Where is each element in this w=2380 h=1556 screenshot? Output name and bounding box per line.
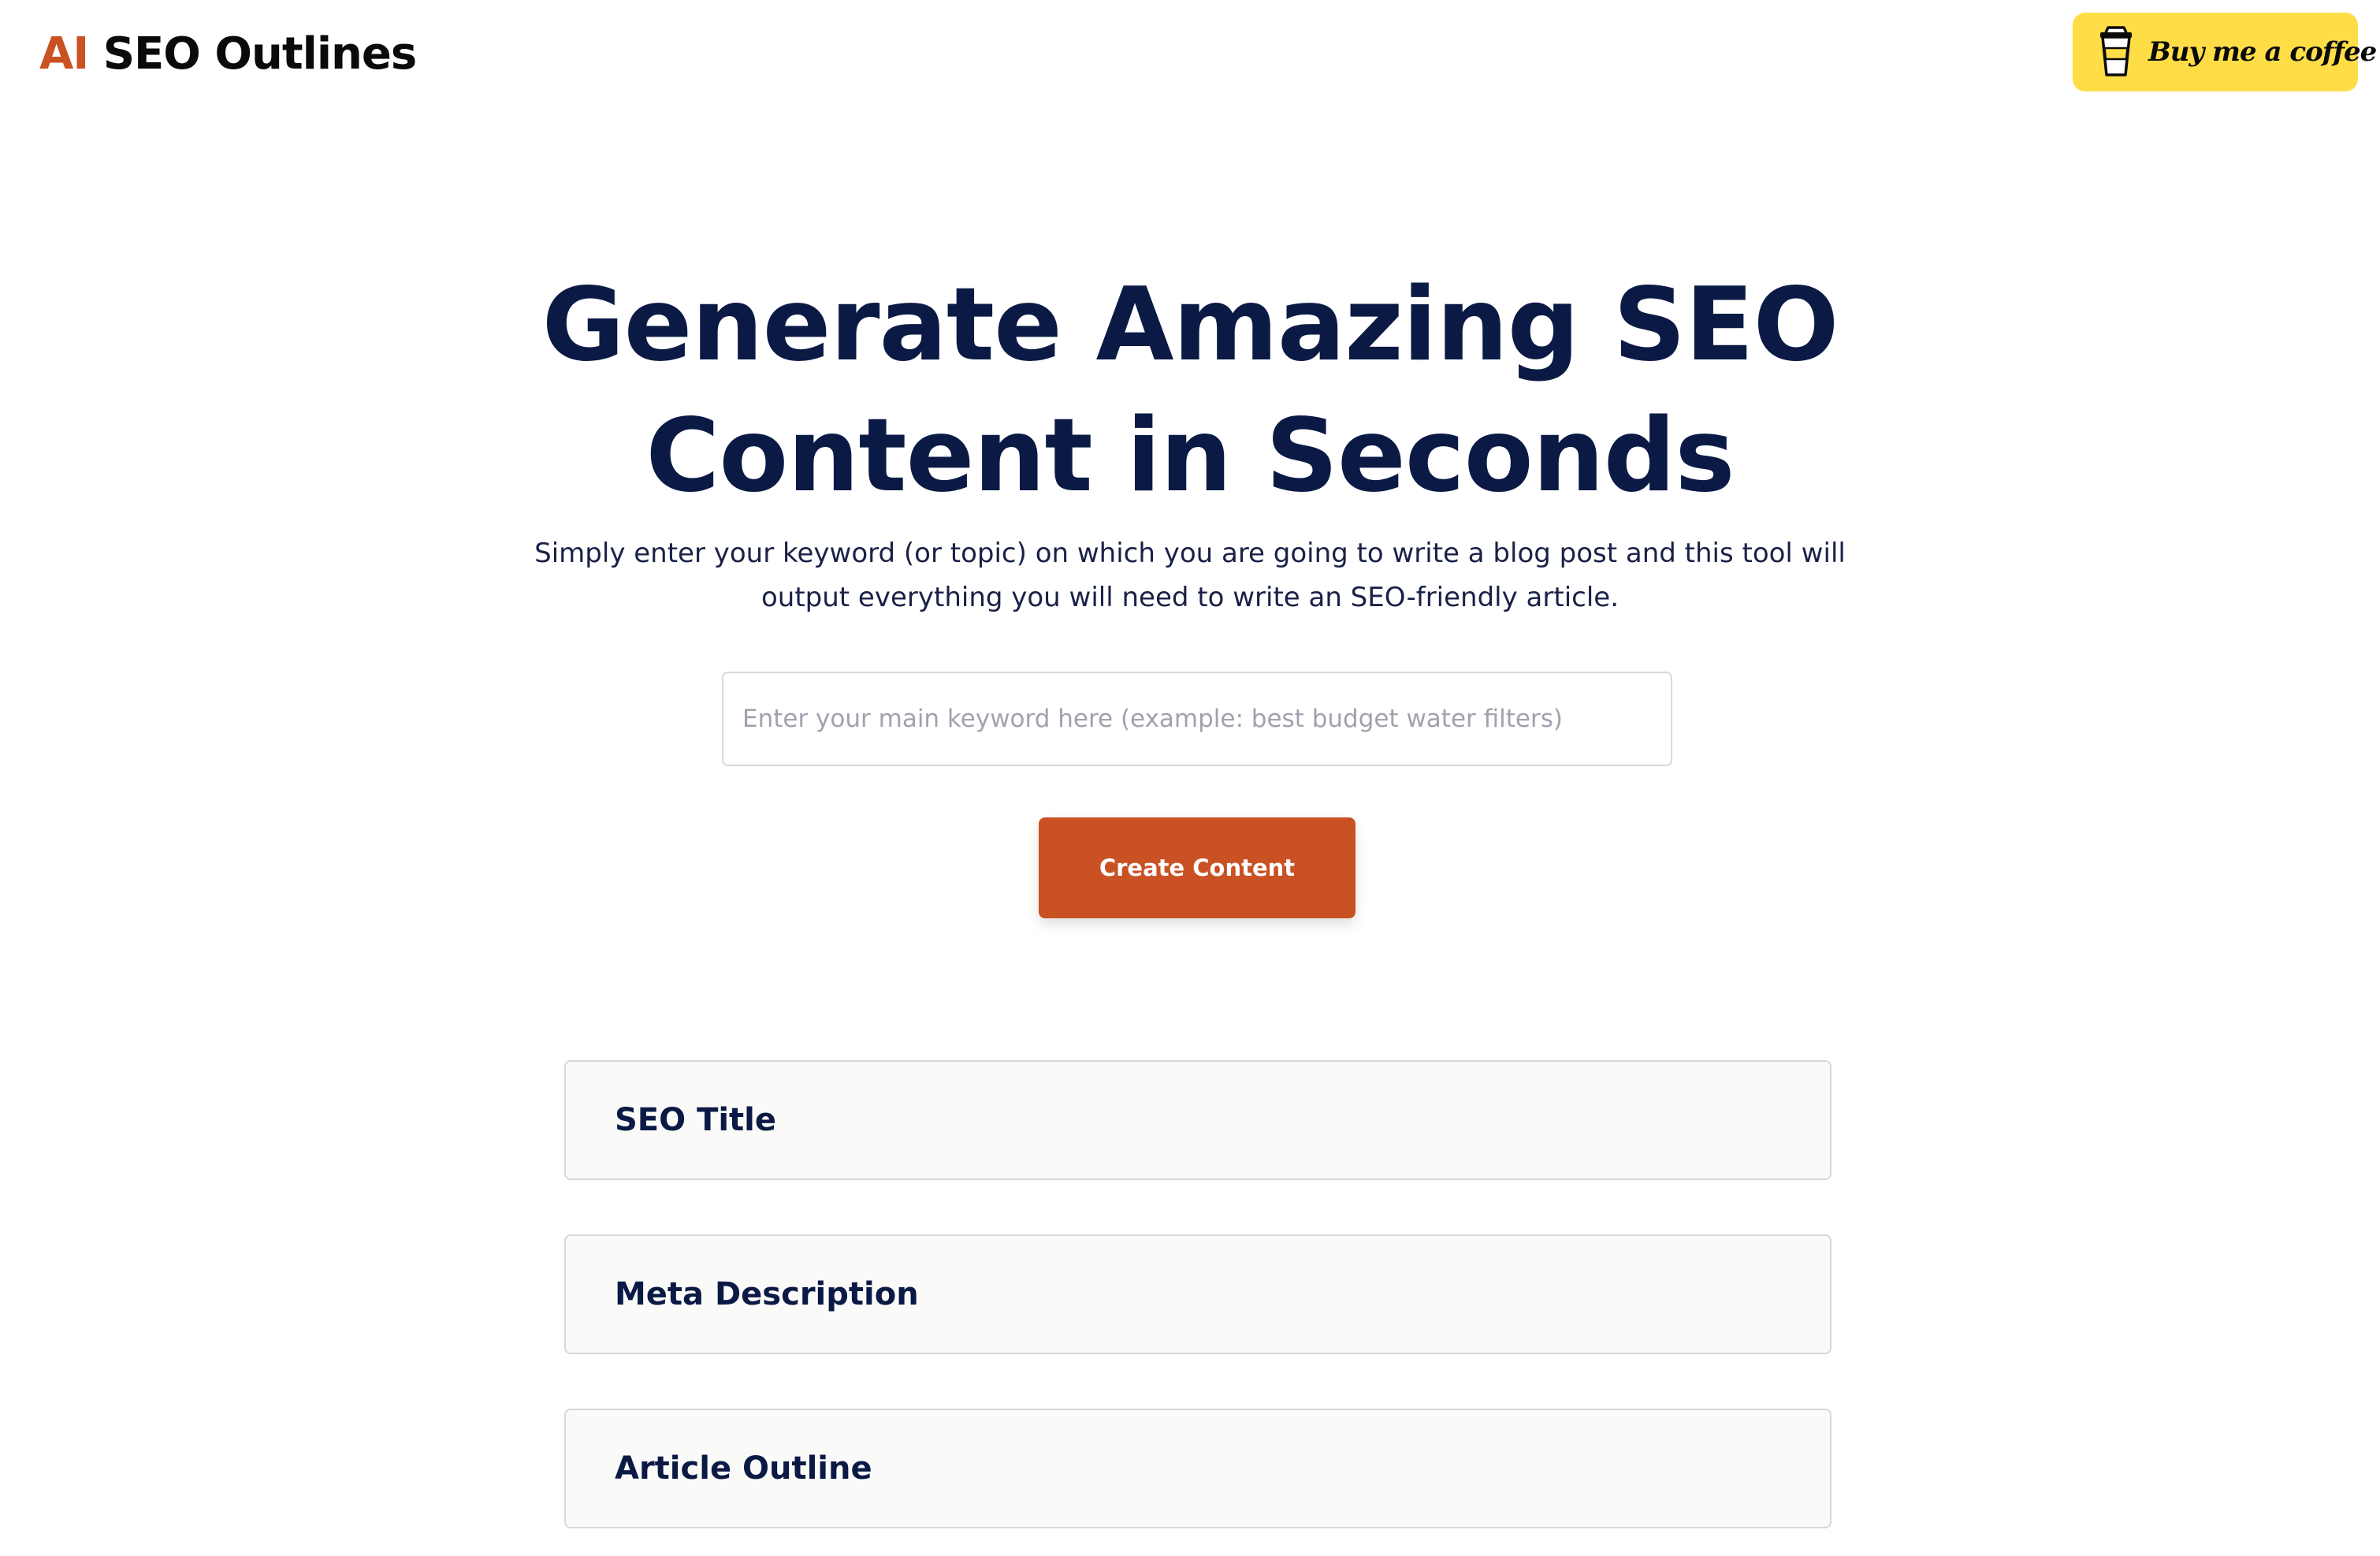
article-outline-panel[interactable]: Article Outline [564,1409,1831,1528]
page-title-line-2: Content in Seconds [645,397,1735,515]
site-logo[interactable]: AI SEO Outlines [39,28,417,80]
page-title-line-1: Generate Amazing SEO [541,266,1839,384]
logo-text: SEO Outlines [102,28,417,80]
panel-label: SEO Title [615,1102,777,1138]
panel-label: Meta Description [615,1276,919,1312]
page-title: Generate Amazing SEO Content in Seconds [0,260,2380,522]
coffee-cup-icon [2100,26,2132,76]
create-content-button[interactable]: Create Content [1039,817,1355,918]
buy-me-a-coffee-button[interactable]: Buy me a coffee [2073,13,2377,91]
keyword-input[interactable] [722,672,1672,766]
logo-accent-text: AI [39,28,89,80]
panel-label: Article Outline [615,1450,872,1487]
seo-title-panel[interactable]: SEO Title [564,1060,1831,1180]
coffee-button-label: Buy me a coffee [2148,36,2377,68]
page-subtitle: Simply enter your keyword (or topic) on … [534,538,1846,613]
meta-description-panel[interactable]: Meta Description [564,1234,1831,1354]
